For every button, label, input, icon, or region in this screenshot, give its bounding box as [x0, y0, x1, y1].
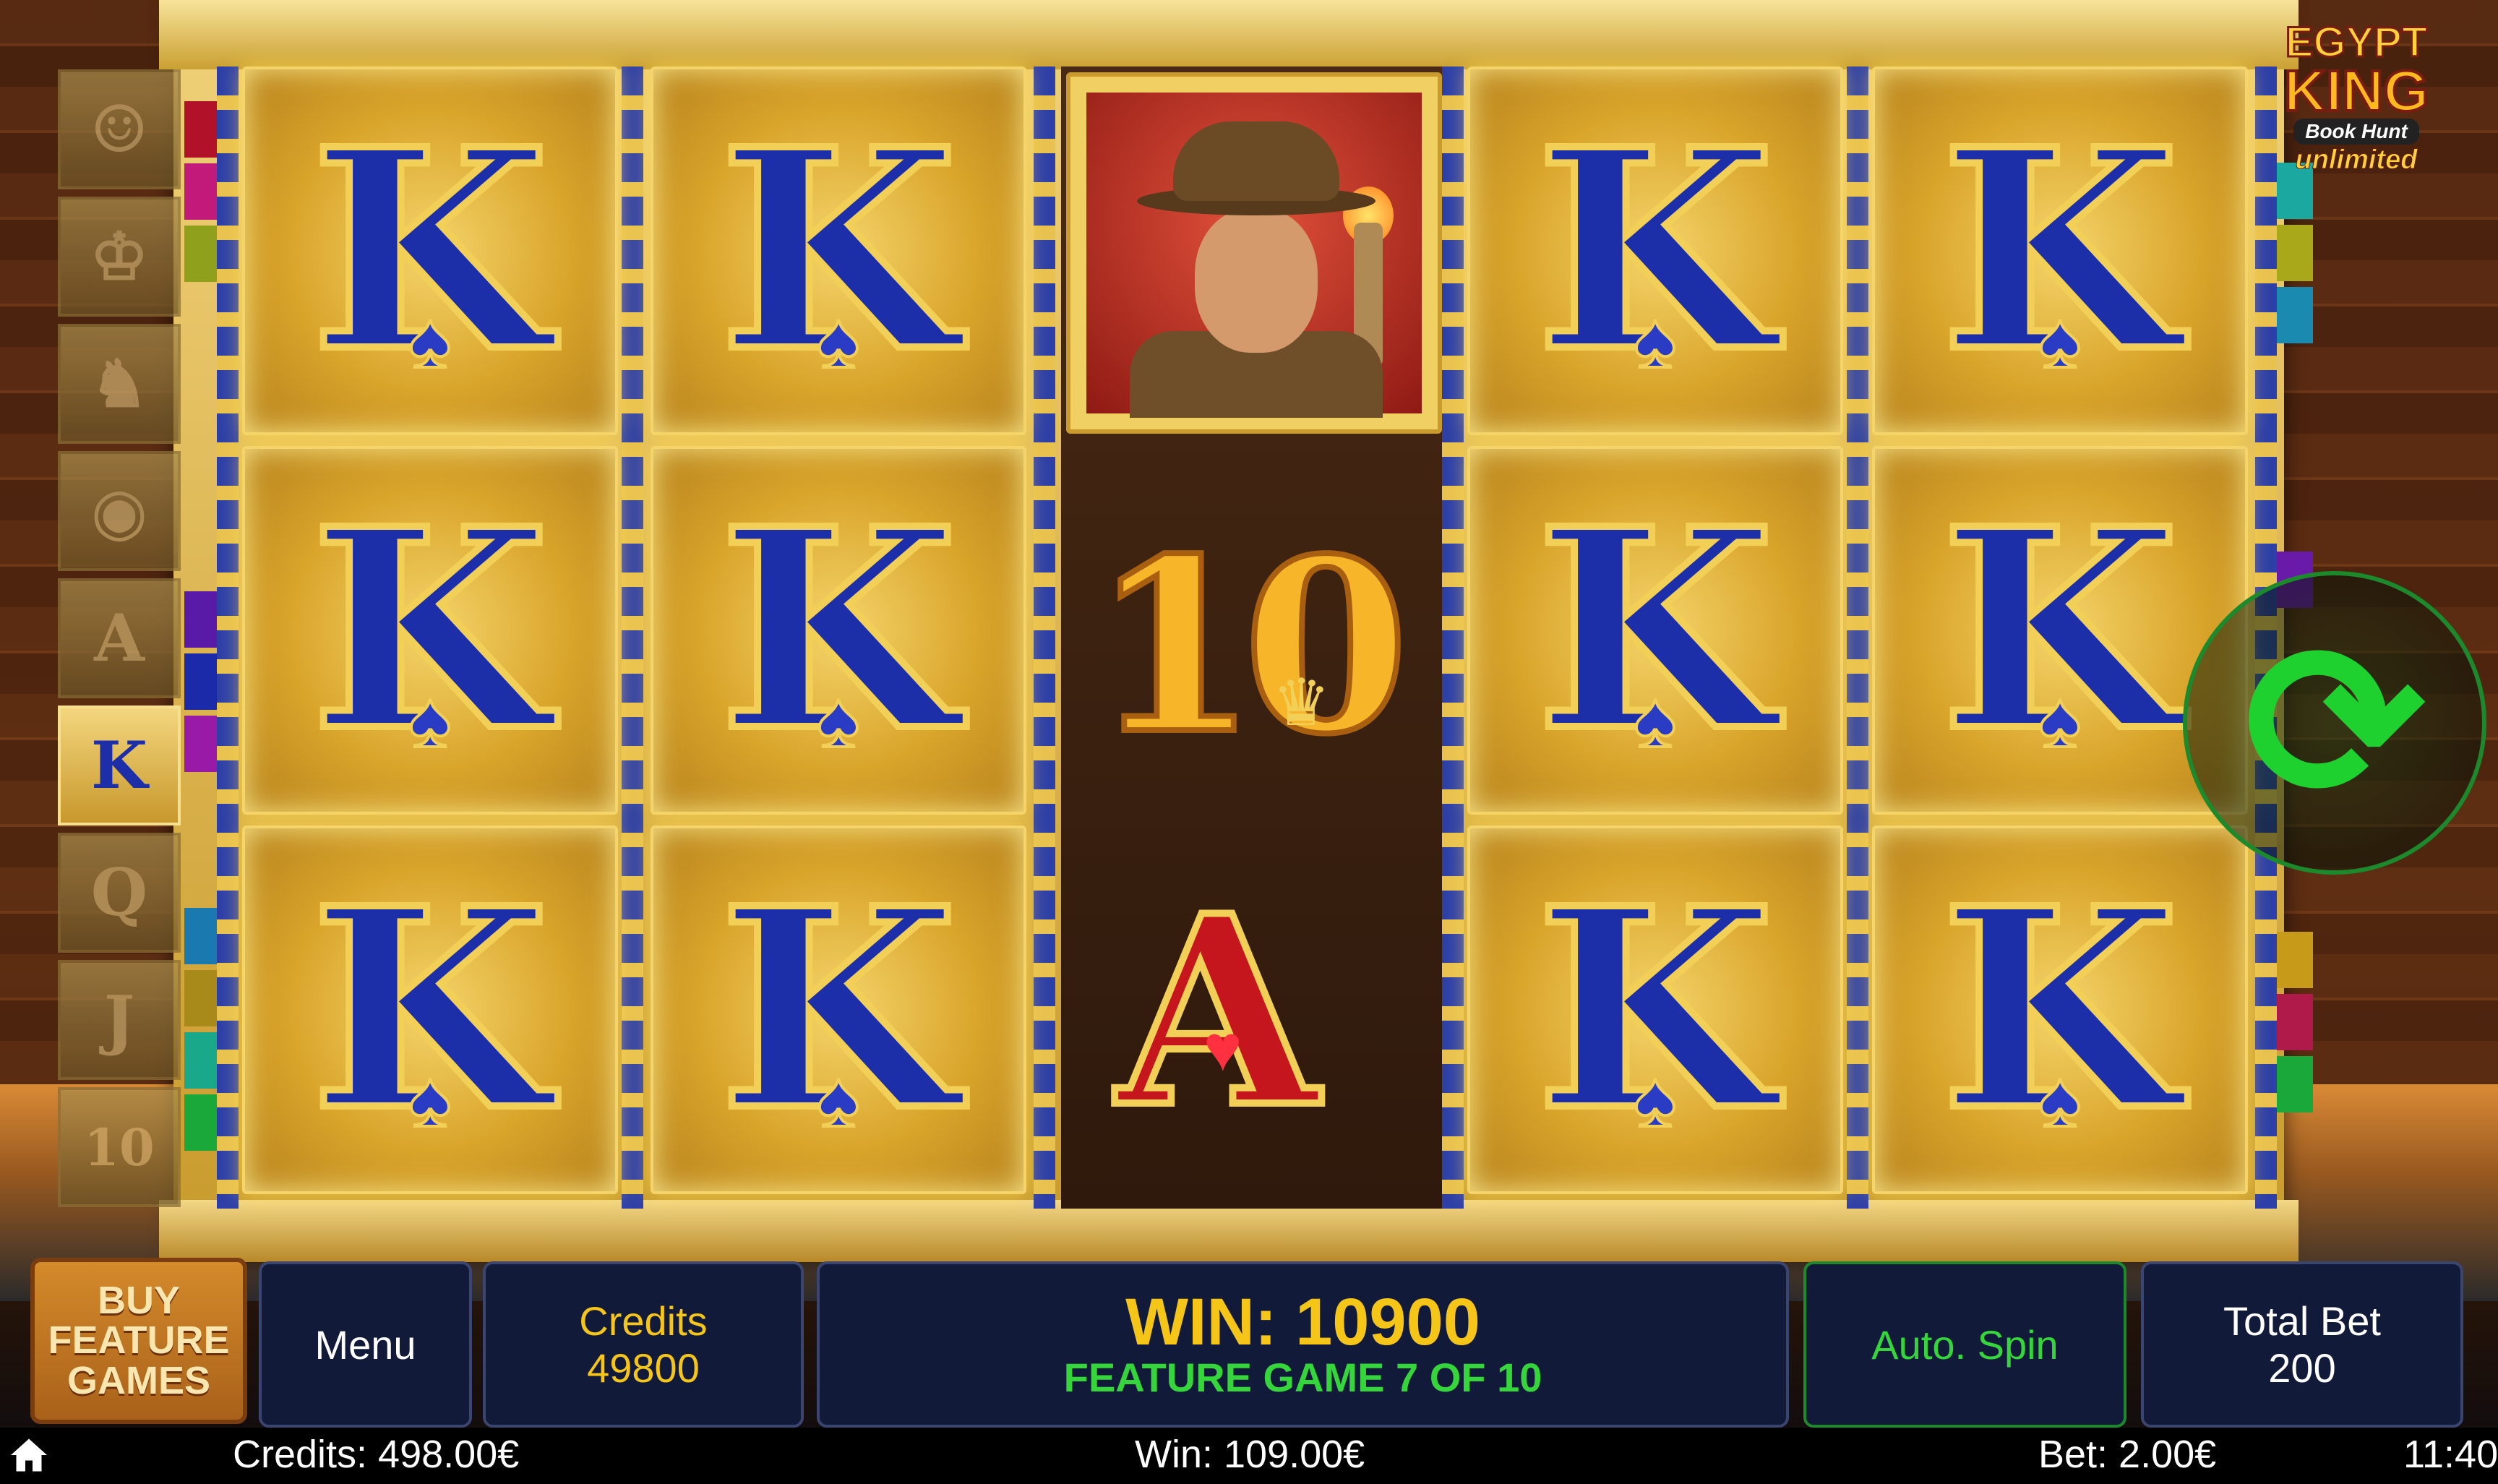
paytable-k: K — [58, 705, 181, 825]
autospin-label: Auto. Spin — [1871, 1321, 2059, 1368]
reel-frame-bottom — [159, 1200, 2299, 1262]
credits-value: 49800 — [587, 1345, 700, 1391]
explorer-portrait — [1086, 93, 1422, 418]
status-bar: Credits: 498.00€ Win: 109.00€ Bet: 2.00€… — [0, 1428, 2498, 1484]
menu-button[interactable]: Menu — [259, 1261, 472, 1428]
status-credits: Credits: 498.00€ — [233, 1433, 520, 1476]
paytable-explorer: ☺ — [58, 69, 181, 189]
logo-egypt: EGYPT — [2284, 19, 2429, 66]
reel-2-symbol-2: K ♠ — [651, 446, 1026, 815]
reel-2-symbol-1: K ♠ — [651, 67, 1026, 435]
buy-feature-button[interactable]: BUY FEATURE GAMES — [30, 1258, 247, 1424]
reel-5-symbol-3: K ♠ — [1872, 825, 2248, 1194]
status-win: Win: 109.00€ — [1135, 1433, 1365, 1476]
spin-button[interactable]: ⟳ — [2183, 571, 2486, 875]
reel-separator — [1847, 67, 1868, 1209]
paytable-q: Q — [58, 833, 181, 953]
reel-1-symbol-3: K ♠ — [242, 825, 618, 1194]
reel-1-symbol-2: K ♠ — [242, 446, 618, 815]
paytable-eye: ◉ — [58, 451, 181, 571]
reel-3-symbol-explorer — [1066, 72, 1442, 434]
reel-5-symbol-1: K ♠ — [1872, 67, 2248, 435]
reel-separator — [217, 67, 239, 1209]
paytable-10: 10 — [58, 1087, 181, 1207]
reel-4-symbol-3: K ♠ — [1467, 825, 1843, 1194]
paytable-pharaoh: ♔ — [58, 197, 181, 317]
paytable: ☺ ♔ ♞ ◉ A K Q J 10 — [58, 69, 184, 1214]
menu-label: Menu — [314, 1321, 416, 1368]
logo-unlimited: unlimited — [2295, 145, 2418, 176]
reel-3-symbol-ten: 10 — [1089, 503, 1412, 789]
logo-book-hunt: Book Hunt — [2293, 119, 2419, 145]
home-icon[interactable] — [7, 1433, 51, 1477]
status-time: 11:40 — [2403, 1433, 2498, 1476]
refresh-arrows-icon: ⟳ — [2244, 601, 2426, 844]
reel-4-symbol-1: K ♠ — [1467, 67, 1843, 435]
paytable-anubis: ♞ — [58, 324, 181, 444]
reel-separator — [622, 67, 643, 1209]
credits-label: Credits — [579, 1298, 708, 1344]
reel-frame-top — [159, 0, 2299, 69]
paytable-j: J — [58, 960, 181, 1080]
heart-icon: ♥ — [1203, 1013, 1242, 1085]
crown-icon: ♛ — [1272, 667, 1331, 739]
credits-panel: Credits 49800 — [483, 1261, 804, 1428]
win-amount: WIN: 10900 — [1125, 1285, 1480, 1360]
reel-separator — [1442, 67, 1464, 1209]
logo-king: KING — [2283, 59, 2430, 123]
win-panel: WIN: 10900 FEATURE GAME 7 OF 10 — [817, 1261, 1789, 1428]
explorer-face — [1195, 208, 1318, 353]
reel-separator — [1034, 67, 1055, 1209]
feature-game-counter: FEATURE GAME 7 OF 10 — [1063, 1355, 1542, 1401]
explorer-hat — [1173, 121, 1339, 201]
reel-2-symbol-3: K ♠ — [651, 825, 1026, 1194]
paytable-a: A — [58, 578, 181, 698]
total-bet-button[interactable]: Total Bet 200 — [2141, 1261, 2463, 1428]
total-bet-label: Total Bet — [2223, 1298, 2381, 1344]
payline-markers-left — [184, 101, 220, 1157]
reel-4-symbol-2: K ♠ — [1467, 446, 1843, 815]
autospin-button[interactable]: Auto. Spin — [1803, 1261, 2126, 1428]
total-bet-value: 200 — [2268, 1345, 2336, 1391]
game-logo: EGYPT KING Book Hunt unlimited — [2248, 19, 2465, 176]
status-bet: Bet: 2.00€ — [2038, 1433, 2217, 1476]
reel-1-symbol-1: K ♠ — [242, 67, 618, 435]
